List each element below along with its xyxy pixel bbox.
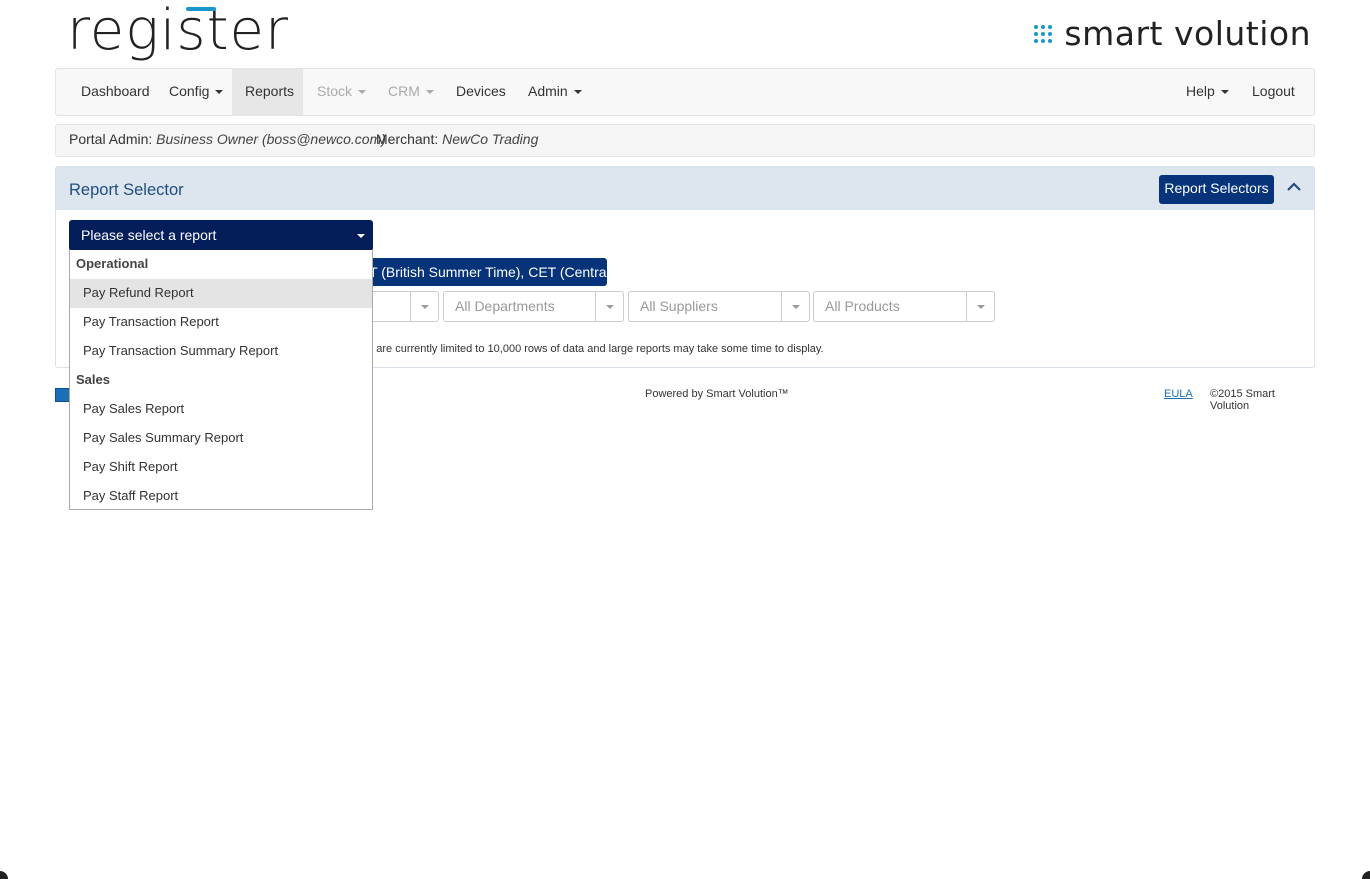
merchant-value: NewCo Trading [442,131,539,147]
nav-devices[interactable]: Devices [443,69,519,115]
departments-combo[interactable]: All Departments [443,291,624,322]
timezone-select[interactable]: T (British Summer Time), CET (Central [361,258,607,286]
portal-admin-label: Portal Admin: [69,131,153,147]
option-pay-staff-report[interactable]: Pay Staff Report [70,482,372,511]
timezone-value: T (British Summer Time), CET (Central [369,264,607,280]
window-corner [0,871,8,879]
row-limit-note: rts are currently limited to 10,000 rows… [361,343,824,355]
products-placeholder: All Products [825,298,900,314]
caret-down-icon [573,90,582,95]
caret-down-icon [421,305,429,309]
option-pay-transaction-summary-report[interactable]: Pay Transaction Summary Report [70,337,372,366]
panel-heading: Report Selector Report Selectors [56,167,1314,210]
context-infobar: Portal Admin: Business Owner (boss@newco… [55,124,1315,157]
smart-volution-text: smart volution [1064,14,1311,53]
nav-dashboard[interactable]: Dashboard [68,69,163,115]
combo-toggle[interactable] [781,292,809,321]
eula-link[interactable]: EULA [1164,388,1193,400]
copyright: ©2015 Smart Volution [1210,388,1275,412]
caret-down-icon [606,305,614,309]
report-selectors-button[interactable]: Report Selectors [1159,175,1274,204]
smart-volution-logo: smart volution [1034,14,1311,53]
option-pay-shift-report[interactable]: Pay Shift Report [70,453,372,482]
caret-down-icon [1220,90,1229,95]
nav-crm[interactable]: CRM [375,69,447,115]
caret-down-icon [792,305,800,309]
combo-toggle[interactable] [595,292,623,321]
option-pay-sales-report[interactable]: Pay Sales Report [70,395,372,424]
products-combo[interactable]: All Products [813,291,995,322]
nav-help[interactable]: Help [1173,69,1242,115]
suppliers-combo[interactable]: All Suppliers [628,291,810,322]
caret-down-icon [425,90,434,95]
window-corner [1362,871,1370,879]
caret-down-icon [358,90,367,95]
merchant-info: Merchant: NewCo Trading [376,125,538,154]
nav-admin[interactable]: Admin [515,69,595,115]
nav-stock[interactable]: Stock [304,69,379,115]
chevron-up-icon[interactable] [1286,179,1302,195]
caret-down-icon [357,234,365,238]
caret-down-icon [977,305,985,309]
option-pay-refund-report[interactable]: Pay Refund Report [70,279,372,308]
panel-title: Report Selector [69,181,184,199]
caret-down-icon [215,90,224,95]
suppliers-placeholder: All Suppliers [640,298,718,314]
report-select-value: Please select a report [81,227,217,243]
merchant-label: Merchant: [376,131,439,147]
header: register smart volution [55,0,1315,68]
nav-logout[interactable]: Logout [1239,69,1308,115]
option-pay-transaction-report[interactable]: Pay Transaction Report [70,308,372,337]
option-pay-sales-summary-report[interactable]: Pay Sales Summary Report [70,424,372,453]
group-operational: Operational [76,256,149,271]
main-navbar: Dashboard Config Reports Stock CRM Devic… [55,68,1315,116]
powered-by: Powered by Smart Volution™ [645,388,789,400]
page: register smart volution Dashboard Config… [55,0,1315,412]
logo-accent [186,7,216,11]
report-select[interactable]: Please select a report [69,220,373,251]
nav-config[interactable]: Config [156,69,236,115]
portal-admin-info: Portal Admin: Business Owner (boss@newco… [69,125,386,154]
departments-placeholder: All Departments [455,298,555,314]
nav-reports[interactable]: Reports [232,69,303,115]
combo-toggle[interactable] [410,292,438,321]
portal-admin-value: Business Owner (boss@newco.com) [156,131,386,147]
report-dropdown-menu: Operational Pay Refund Report Pay Transa… [69,250,373,510]
register-logo: register [67,0,290,63]
combo-toggle[interactable] [966,292,994,321]
group-sales: Sales [76,372,110,387]
dots-logo-icon [1034,24,1053,43]
